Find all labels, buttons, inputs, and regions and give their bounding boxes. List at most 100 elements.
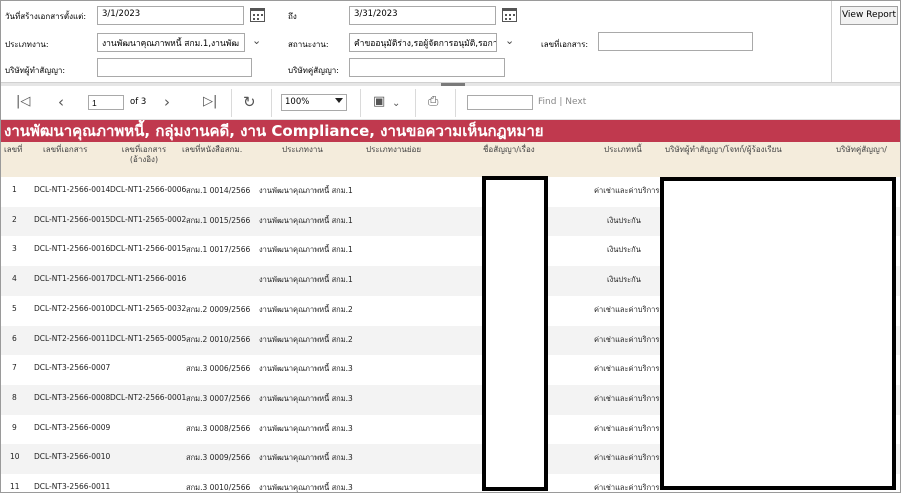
cell-debt: ค่าเช่าและค่าบริการ — [594, 186, 660, 195]
cell-no: 7 — [12, 363, 17, 373]
column-header: บริษัทผู้ทำสัญญา/โจทก์/ผู้ร้องเรียน — [665, 145, 782, 154]
created-to-input[interactable]: 3/31/2023 — [349, 6, 496, 25]
job-status-label: สถานะงาน: — [288, 40, 329, 49]
cell-type: งานพัฒนาคุณภาพหนี้ สกม.3 — [259, 453, 353, 463]
chevron-down-icon[interactable]: ⌄ — [252, 34, 261, 47]
cell-doc: DCL-NT3-2566-0009 — [34, 422, 111, 432]
column-header: เลขที่ — [4, 145, 23, 154]
next-link[interactable]: Next — [565, 97, 586, 107]
toolbar-separator — [415, 89, 416, 117]
save-icon[interactable]: ▣ — [373, 94, 385, 110]
cell-type: งานพัฒนาคุณภาพหนี้ สกม.3 — [259, 364, 353, 374]
toolbar-separator — [360, 89, 361, 117]
cell-doc: DCL-NT3-2566-0011 — [34, 482, 111, 491]
doc-number-label: เลขที่เอกสาร: — [541, 40, 589, 49]
cell-no: 9 — [12, 422, 17, 432]
redaction-box — [482, 176, 548, 491]
find-separator: | — [559, 97, 563, 107]
contract-company-input[interactable] — [97, 58, 252, 77]
cell-type: งานพัฒนาคุณภาพหนี้ สกม.2 — [259, 304, 353, 314]
calendar-icon[interactable] — [502, 8, 517, 22]
first-page-icon[interactable]: |◁ — [16, 94, 30, 110]
toolbar-separator — [455, 89, 456, 117]
column-header: บริษัทคู่สัญญา/ — [836, 145, 887, 154]
cell-debt: ค่าเช่าและค่าบริการ — [594, 453, 660, 463]
to-label: ถึง — [288, 12, 297, 21]
toolbar-separator — [231, 89, 232, 117]
cell-doc: DCL-NT2-2566-0011 — [34, 333, 111, 343]
cell-type: งานพัฒนาคุณภาพหนี้ สกม.1 — [259, 245, 353, 255]
contract-company-label: บริษัทผู้ทำสัญญา: — [5, 66, 66, 75]
cell-doc: DCL-NT1-2566-0014 — [34, 185, 111, 194]
created-from-label: วันที่สร้างเอกสารตั้งแต่: — [5, 12, 87, 21]
report-toolbar: |◁ ‹ of 3 › ▷| ↻ 100% ▣ ⌄ ⎙ Find | Next — [1, 86, 900, 120]
cell-letter: สกม.3 0008/2566 — [186, 423, 251, 433]
calendar-icon[interactable] — [250, 8, 265, 22]
print-icon[interactable]: ⎙ — [428, 94, 438, 110]
cell-doc: DCL-NT3-2566-0008 — [34, 392, 111, 402]
cell-no: 4 — [12, 274, 17, 284]
column-header: ประเภทงาน — [282, 145, 323, 154]
cell-ref: DCL-NT1-2565-0005 — [110, 333, 187, 343]
chevron-down-icon[interactable]: ⌄ — [505, 34, 514, 47]
counterparty-input[interactable] — [349, 58, 505, 77]
column-header: เลขที่หนังสือสกม. — [182, 145, 243, 154]
find-link[interactable]: Find — [538, 97, 556, 107]
page-number-input[interactable] — [88, 95, 124, 110]
cell-doc: DCL-NT1-2566-0015 — [34, 214, 111, 224]
cell-debt: เงินประกัน — [607, 245, 641, 255]
cell-no: 3 — [12, 244, 17, 254]
cell-no: 6 — [12, 333, 17, 343]
view-report-pane: View Report — [831, 1, 900, 82]
prev-page-icon[interactable]: ‹ — [58, 94, 64, 110]
find-input[interactable] — [467, 95, 533, 110]
cell-letter: สกม.1 0015/2566 — [186, 215, 251, 225]
created-from-input[interactable]: 3/1/2023 — [97, 6, 244, 25]
cell-ref: DCL-NT1-2566-0006 — [110, 185, 187, 194]
cell-debt: ค่าเช่าและค่าบริการ — [594, 423, 660, 433]
column-header: ประเภทงานย่อย — [366, 145, 421, 154]
cell-debt: ค่าเช่าและค่าบริการ — [594, 304, 660, 314]
redaction-box — [660, 177, 896, 490]
job-status-select[interactable]: คำขออนุมัติร่าง,รอผู้จัดการอนุมัติ,รอการ — [349, 33, 497, 52]
column-header: เลขที่เอกสาร — [43, 145, 88, 154]
view-report-button[interactable]: View Report — [840, 6, 898, 25]
next-page-icon[interactable]: › — [164, 94, 170, 110]
cell-type: งานพัฒนาคุณภาพหนี้ สกม.3 — [259, 483, 353, 492]
cell-type: งานพัฒนาคุณภาพหนี้ สกม.1 — [259, 275, 353, 285]
cell-doc: DCL-NT1-2566-0017 — [34, 274, 111, 284]
last-page-icon[interactable]: ▷| — [203, 94, 217, 110]
cell-letter: สกม.3 0009/2566 — [186, 453, 251, 463]
cell-letter: สกม.2 0010/2566 — [186, 334, 251, 344]
doc-number-input[interactable] — [598, 32, 753, 51]
chevron-down-icon[interactable]: ⌄ — [392, 96, 400, 112]
column-header: ชื่อสัญญา/เรื่อง — [483, 145, 535, 154]
cell-ref: DCL-NT2-2566-0001 — [110, 392, 187, 402]
zoom-value: 100% — [285, 97, 310, 107]
page-count: of 3 — [130, 97, 147, 107]
cell-no: 2 — [12, 214, 17, 224]
report-title: งานพัฒนาคุณภาพหนี้, กลุ่มงานคดี, งาน Com… — [1, 120, 900, 142]
cell-ref: DCL-NT1-2566-0016 — [110, 274, 187, 284]
column-header: ประเภทหนี้ — [604, 145, 642, 154]
cell-debt: ค่าเช่าและค่าบริการ — [594, 334, 660, 344]
cell-debt: เงินประกัน — [607, 275, 641, 285]
cell-type: งานพัฒนาคุณภาพหนี้ สกม.3 — [259, 423, 353, 433]
cell-type: งานพัฒนาคุณภาพหนี้ สกม.2 — [259, 334, 353, 344]
cell-no: 10 — [10, 452, 20, 462]
job-type-select[interactable]: งานพัฒนาคุณภาพหนี้ สกม.1,งานพัฒ — [97, 33, 245, 52]
cell-type: งานพัฒนาคุณภาพหนี้ สกม.1 — [259, 186, 353, 195]
cell-doc: DCL-NT3-2566-0010 — [34, 452, 111, 462]
cell-type: งานพัฒนาคุณภาพหนี้ สกม.1 — [259, 215, 353, 225]
cell-doc: DCL-NT3-2566-0007 — [34, 363, 111, 373]
zoom-select[interactable]: 100% — [281, 94, 347, 111]
cell-ref: DCL-NT1-2566-0015 — [110, 244, 187, 254]
cell-doc: DCL-NT2-2566-0010 — [34, 303, 111, 313]
cell-letter: สกม.2 0009/2566 — [186, 304, 251, 314]
cell-no: 8 — [12, 392, 17, 402]
caret-down-icon — [335, 98, 343, 103]
cell-no: 11 — [10, 482, 20, 491]
cell-no: 5 — [12, 303, 17, 313]
cell-letter: สกม.3 0010/2566 — [186, 483, 251, 492]
refresh-icon[interactable]: ↻ — [243, 94, 256, 110]
